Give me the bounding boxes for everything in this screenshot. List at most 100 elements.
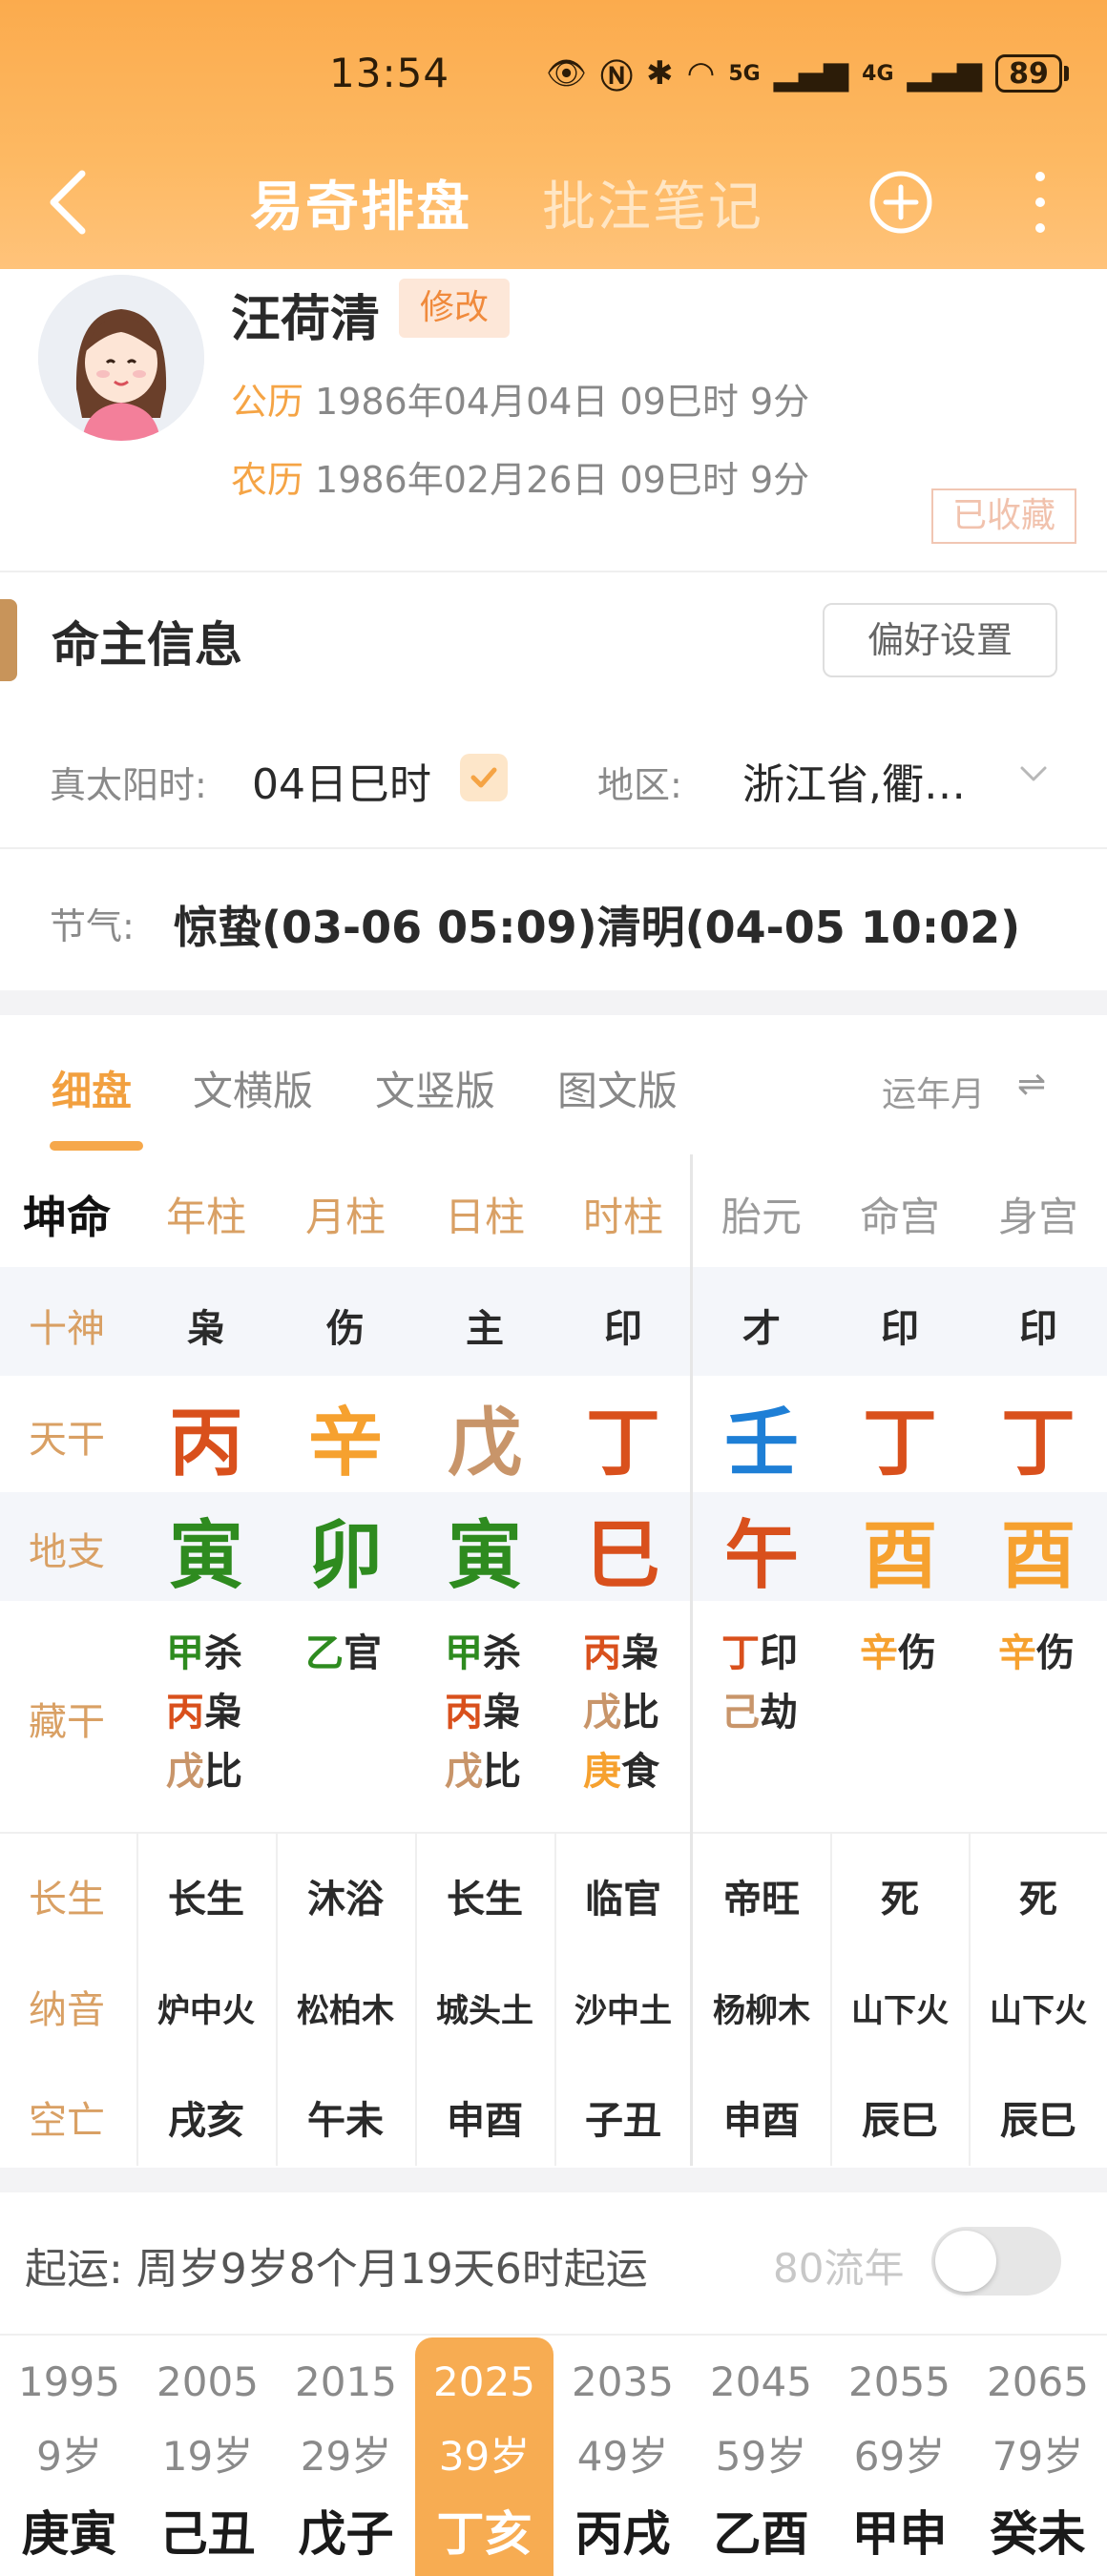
toggle-knob: [935, 2231, 996, 2292]
dayun-item[interactable]: 2065 79岁 癸未: [969, 2337, 1107, 2576]
tiangan-cell: 丁: [585, 1401, 660, 1486]
tab-xipan[interactable]: 细盘: [52, 1059, 132, 1117]
true-solar-time-checkbox[interactable]: [460, 754, 508, 801]
dizhi-cell: 卯: [307, 1513, 383, 1599]
dayun-item[interactable]: 2035 49岁 丙戌: [554, 2337, 692, 2576]
liunian-toggle[interactable]: [931, 2227, 1061, 2296]
back-button[interactable]: [38, 164, 95, 240]
signal-4g-icon: ▂▄▆: [907, 54, 982, 93]
canggan-cell: 辛伤: [998, 1624, 1094, 1683]
dayun-age: 29岁: [300, 2433, 392, 2480]
kongwang-cell: 辰巳: [862, 2099, 938, 2143]
add-button[interactable]: [868, 170, 933, 235]
avatar-illustration: [38, 275, 204, 441]
dayun-year: 2045: [710, 2358, 812, 2405]
dayun-ganzhi: 乙酉: [713, 2506, 809, 2562]
column-header: 年柱: [165, 1194, 246, 1240]
dayun-ganzhi: 癸未: [990, 2506, 1086, 2562]
canggan-cell: 丙枭 戊比 庚食: [583, 1624, 679, 1801]
canggan-stem: 辛: [998, 1631, 1036, 1675]
tiangan-cell: 壬: [723, 1401, 799, 1486]
tiangan-cell: 戊: [447, 1401, 522, 1486]
check-icon: [470, 767, 497, 788]
dayun-ganzhi: 丁亥: [436, 2506, 533, 2562]
dayun-item[interactable]: 2005 19岁 己丑: [138, 2337, 277, 2576]
dayun-item[interactable]: 2025 39岁 丁亥: [415, 2337, 554, 2576]
tab-wenheng[interactable]: 文横版: [193, 1059, 313, 1117]
column-header: 日柱: [444, 1194, 525, 1240]
dayun-item[interactable]: 2015 29岁 戊子: [277, 2337, 415, 2576]
tiangan-cell: 辛: [307, 1401, 383, 1486]
dayun-item[interactable]: 2045 59岁 乙酉: [692, 2337, 830, 2576]
changsheng-cell: 帝旺: [723, 1878, 800, 1922]
canggan-relation: 比: [483, 1750, 521, 1794]
canggan-relation: 比: [204, 1750, 242, 1794]
canggan-stem: 己: [721, 1691, 760, 1735]
preference-settings-button[interactable]: 偏好设置: [823, 603, 1057, 677]
nayin-cell: 炉中火: [157, 1992, 255, 2030]
tab-tuwen[interactable]: 图文版: [557, 1059, 678, 1117]
dizhi-cell: 酉: [1000, 1513, 1076, 1599]
tab-paipan[interactable]: 易奇排盘: [250, 164, 471, 241]
edit-button[interactable]: 修改: [399, 279, 511, 338]
nayin-cell: 山下火: [851, 1992, 949, 2030]
shishen-cell: 枭: [187, 1307, 225, 1351]
canggan-line: 丙枭: [583, 1624, 679, 1683]
nayin-cell: 山下火: [990, 1992, 1087, 2030]
canggan-relation: 食: [621, 1750, 659, 1794]
changsheng-cell: 死: [881, 1878, 919, 1922]
swap-arrows-icon[interactable]: ⇌: [1017, 1065, 1046, 1104]
jieqi-value: 惊蛰(03-06 05:09)清明(04-05 10:02): [174, 902, 1021, 953]
nayin-cell: 松柏木: [297, 1992, 394, 2030]
column-divider: [969, 1834, 971, 2166]
signal-5g-label: 5G: [728, 61, 761, 86]
dayun-ganzhi: 己丑: [159, 2506, 256, 2562]
dizhi-cell: 酉: [862, 1513, 937, 1599]
dayun-ganzhi: 丙戌: [574, 2506, 671, 2562]
yun-nian-yue-link[interactable]: 运年月: [882, 1067, 985, 1116]
tiangan-cell: 丁: [862, 1401, 937, 1486]
canggan-line: 乙官: [305, 1624, 401, 1683]
canggan-cell: 丁印 己劫: [721, 1624, 817, 1742]
nayin-cell: 城头土: [436, 1992, 533, 2030]
column-header: 胎元: [721, 1194, 802, 1240]
canggan-stem: 戊: [445, 1750, 483, 1794]
chevron-down-icon[interactable]: [1019, 759, 1048, 788]
dayun-item[interactable]: 2055 69岁 甲申: [830, 2337, 969, 2576]
canggan-relation: 杀: [204, 1631, 242, 1675]
dizhi-cell: 寅: [447, 1513, 522, 1599]
region-value[interactable]: 浙江省,衢…: [742, 750, 966, 811]
changsheng-cell: 长生: [447, 1878, 523, 1922]
row-label-shishen: 十神: [29, 1307, 105, 1351]
canggan-line: 甲杀: [445, 1624, 540, 1683]
column-header: 命宫: [859, 1194, 940, 1240]
chart-corner-label: 坤命: [23, 1192, 111, 1243]
canggan-relation: 伤: [898, 1631, 936, 1675]
plus-circle-icon: [869, 171, 932, 234]
nfc-icon: Ⓝ: [600, 57, 634, 96]
canggan-stem: 辛: [860, 1631, 898, 1675]
changsheng-cell: 长生: [168, 1878, 244, 1922]
shishen-cell: 主: [466, 1307, 504, 1351]
section-title: 命主信息: [52, 617, 242, 673]
dayun-age: 9岁: [36, 2433, 102, 2480]
column-header: 时柱: [582, 1194, 663, 1240]
canggan-line: 庚食: [583, 1742, 679, 1801]
dayun-item[interactable]: 1995 9岁 庚寅: [0, 2337, 138, 2576]
qiyun-text: 起运: 周岁9岁8个月19天6时起运: [25, 2245, 648, 2294]
kongwang-cell: 午未: [307, 2099, 384, 2143]
lunar-value: 1986年02月26日 09巳时 9分: [315, 459, 810, 501]
more-menu-button[interactable]: [1031, 172, 1050, 233]
jieqi-label: 节气:: [50, 905, 135, 947]
tab-wenshu[interactable]: 文竖版: [375, 1059, 495, 1117]
true-solar-time-value[interactable]: 04日巳时: [252, 750, 431, 811]
signal-5g-icon: ▂▄▆: [773, 54, 849, 93]
tab-notes[interactable]: 批注笔记: [542, 164, 763, 241]
dizhi-cell: 寅: [168, 1513, 243, 1599]
divider: [0, 1832, 1107, 1834]
canggan-stem: 甲: [445, 1631, 483, 1675]
canggan-relation: 杀: [483, 1631, 521, 1675]
canggan-line: 己劫: [721, 1683, 817, 1742]
dizhi-cell: 午: [723, 1513, 799, 1599]
avatar[interactable]: [38, 275, 204, 441]
